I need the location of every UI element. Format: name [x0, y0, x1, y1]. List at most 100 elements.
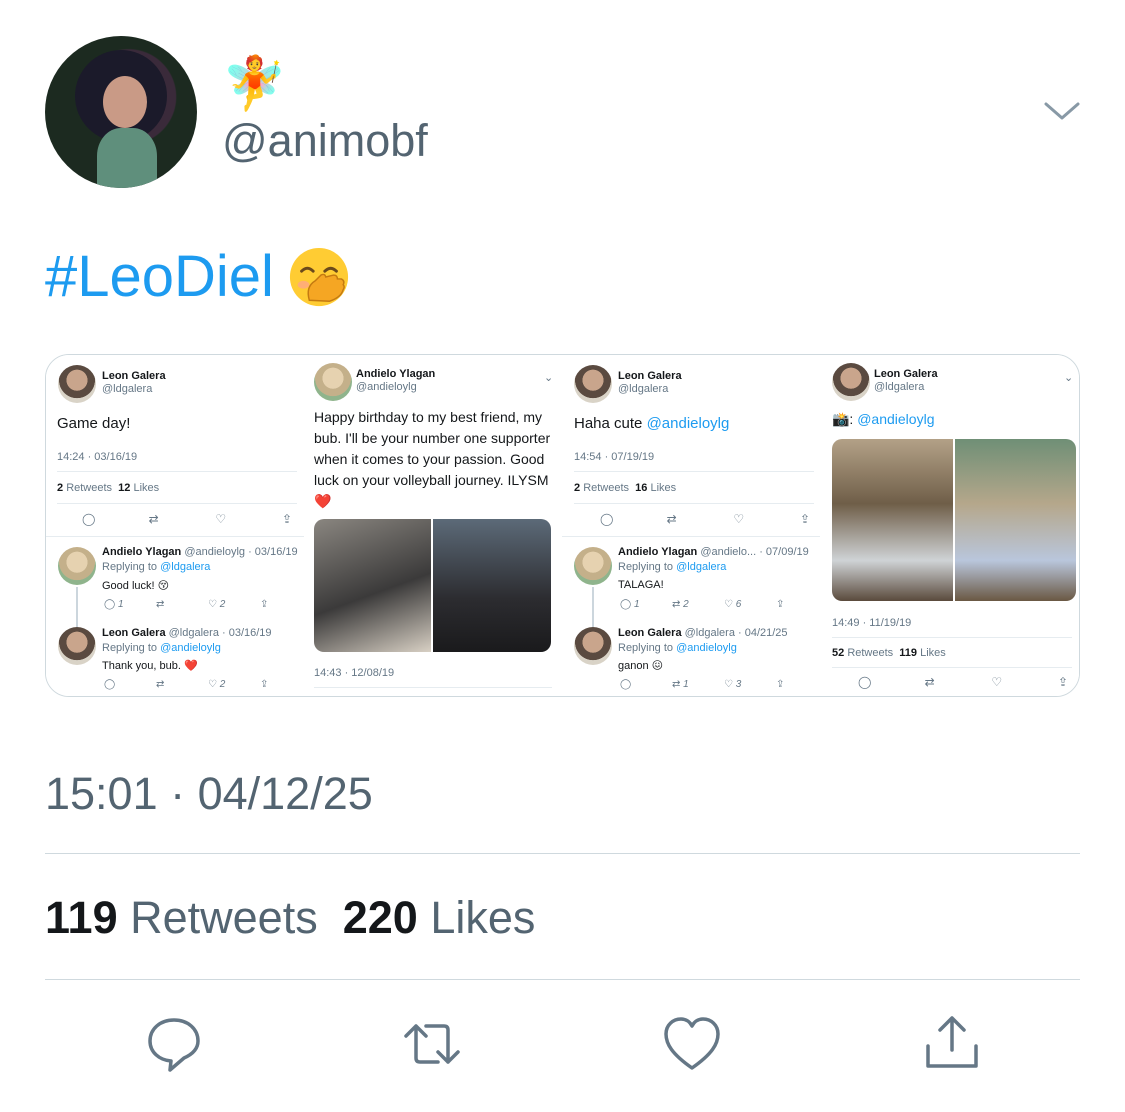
- photo[interactable]: [832, 439, 953, 601]
- fairy-emoji: 🧚: [222, 55, 287, 113]
- like-icon[interactable]: ♡ 6: [724, 599, 776, 610]
- retweet-icon[interactable]: ⇄: [925, 675, 939, 689]
- retweets-label[interactable]: Retweets: [130, 892, 318, 943]
- avatar: [574, 547, 612, 585]
- divider: [45, 853, 1080, 854]
- reply-icon[interactable]: [144, 1014, 204, 1074]
- reply-icon[interactable]: ◯ 1: [104, 599, 156, 610]
- avatar: [574, 627, 612, 665]
- tweet-time: 14:24 · 03/16/19: [57, 451, 138, 463]
- retweet-icon[interactable]: ⇄: [156, 679, 208, 690]
- chevron-down-icon[interactable]: ⌄: [544, 371, 553, 384]
- action-bar: ◯ ⇄ ♡ ⇪: [858, 675, 1072, 689]
- reply-author: Andielo Ylagan @andielo... · 07/09/19: [618, 546, 809, 558]
- replying-to: Replying to @ldgalera: [102, 561, 211, 573]
- share-icon[interactable]: ⇪: [1058, 675, 1072, 689]
- like-icon[interactable]: ♡ 2: [208, 599, 260, 610]
- media-card[interactable]: Leon Galera @ldgalera Game day! 14:24 · …: [45, 354, 1080, 697]
- tweet-time: 14:43 · 12/08/19: [314, 667, 395, 679]
- reply-text: Good luck! 😚: [102, 580, 170, 592]
- author-name: Andielo Ylagan: [356, 368, 436, 380]
- author-handle: @ldgalera: [102, 383, 153, 395]
- author-avatar[interactable]: [45, 36, 197, 188]
- avatar: [58, 365, 96, 403]
- tweet-stats: 52 Retweets 119 Likes: [832, 647, 946, 659]
- reply-text: TALAGA!: [618, 579, 664, 591]
- reply-author: Leon Galera @ldgalera · 04/21/25: [618, 627, 788, 639]
- tweet-stats: 2 Retweets 16 Likes: [574, 482, 677, 494]
- like-icon[interactable]: ♡: [733, 512, 747, 526]
- photo[interactable]: [314, 519, 431, 652]
- replying-to: Replying to @andieloylg: [102, 642, 221, 654]
- screenshot-panel-3[interactable]: Leon Galera @ldgalera Haha cute @andielo…: [562, 355, 820, 696]
- replying-to: Replying to @andieloylg: [618, 642, 737, 654]
- reply-icon[interactable]: ◯: [858, 675, 872, 689]
- like-icon[interactable]: ♡: [215, 512, 229, 526]
- divider: [45, 979, 1080, 980]
- chevron-down-icon[interactable]: ⌄: [1064, 371, 1073, 384]
- tweet-body: Happy birthday to my best friend, my bub…: [314, 409, 551, 509]
- action-bar: ◯ ⇄ ♡ ⇪: [82, 512, 296, 526]
- screenshot-panel-2[interactable]: Andielo Ylagan @andieloylg ⌄ Happy birth…: [304, 355, 562, 696]
- author-name: Leon Galera: [102, 370, 166, 382]
- chevron-down-icon[interactable]: [1042, 96, 1082, 126]
- reply-icon[interactable]: ◯ 1: [620, 599, 672, 610]
- screenshot-panel-1[interactable]: Leon Galera @ldgalera Game day! 14:24 · …: [46, 355, 304, 696]
- tweet-body: 📸: @andieloylg: [832, 411, 935, 427]
- reply-icon[interactable]: ◯: [82, 512, 96, 526]
- retweet-icon[interactable]: ⇄: [149, 512, 163, 526]
- screenshot-panel-4[interactable]: Leon Galera @ldgalera ⌄ 📸: @andieloylg 1…: [820, 355, 1079, 696]
- share-icon[interactable]: ⇪: [282, 512, 296, 526]
- retweet-icon[interactable]: ⇄ 1: [672, 679, 724, 690]
- reply-text: ganon 😖: [618, 660, 664, 672]
- author-name: Leon Galera: [874, 368, 938, 380]
- avatar: [58, 627, 96, 665]
- like-icon[interactable]: [662, 1014, 722, 1074]
- retweet-icon[interactable]: ⇄: [156, 599, 208, 610]
- tweet-time: 14:54 · 07/19/19: [574, 451, 655, 463]
- like-icon[interactable]: ♡ 3: [724, 679, 776, 690]
- share-icon[interactable]: ⇪: [800, 512, 814, 526]
- like-icon[interactable]: ♡: [991, 675, 1005, 689]
- likes-label[interactable]: Likes: [430, 892, 535, 943]
- author-handle: @ldgalera: [618, 383, 669, 395]
- reply-actions: ◯ ⇄ 1 ♡ 3 ⇪: [620, 679, 828, 690]
- reply-actions: ◯ 1 ⇄ ♡ 2 ⇪: [104, 599, 312, 610]
- retweet-icon[interactable]: ⇄ 2: [672, 599, 724, 610]
- retweet-count[interactable]: 119: [45, 892, 118, 943]
- avatar: [58, 547, 96, 585]
- action-bar: ◯ ⇄ ♡ ⇪: [600, 512, 814, 526]
- tweet-stats: 2 Retweets 12 Likes: [57, 482, 160, 494]
- author-handle: @andieloylg: [356, 381, 417, 393]
- hashtag-link[interactable]: #LeoDiel: [45, 244, 274, 309]
- replying-to: Replying to @ldgalera: [618, 561, 727, 573]
- author-name: Leon Galera: [618, 370, 682, 382]
- author-handle: @ldgalera: [874, 381, 925, 393]
- reply-icon[interactable]: ◯: [600, 512, 614, 526]
- avatar: [832, 363, 870, 401]
- reply-author: Andielo Ylagan @andieloylg · 03/16/19: [102, 546, 298, 558]
- tweet-text: #LeoDiel: [45, 236, 350, 318]
- reply-actions: ◯ 1 ⇄ 2 ♡ 6 ⇪: [620, 599, 828, 610]
- retweet-icon[interactable]: ⇄: [667, 512, 681, 526]
- share-icon[interactable]: [922, 1012, 982, 1072]
- face-with-hand-over-mouth-icon: [289, 247, 349, 307]
- avatar: [574, 365, 612, 403]
- reply-author: Leon Galera @ldgalera · 03/16/19: [102, 627, 272, 639]
- photo[interactable]: [433, 519, 551, 652]
- tweet-timestamp: 15:01 · 04/12/25: [45, 768, 373, 819]
- photo[interactable]: [955, 439, 1076, 601]
- reply-text: Thank you, bub. ❤️: [102, 660, 198, 672]
- avatar: [314, 363, 352, 401]
- retweet-icon[interactable]: [402, 1014, 462, 1074]
- tweet-time: 14:49 · 11/19/19: [832, 617, 912, 629]
- like-count[interactable]: 220: [343, 892, 418, 943]
- engagement-counts: 119 Retweets 220 Likes: [45, 890, 535, 946]
- reply-icon[interactable]: ◯: [620, 679, 672, 690]
- tweet-body: Haha cute @andieloylg: [574, 415, 730, 432]
- tweet-body: Game day!: [57, 415, 131, 432]
- like-icon[interactable]: ♡ 2: [208, 679, 260, 690]
- reply-icon[interactable]: ◯: [104, 679, 156, 690]
- reply-actions: ◯ ⇄ ♡ 2 ⇪: [104, 679, 312, 690]
- author-handle[interactable]: @animobf: [222, 112, 428, 170]
